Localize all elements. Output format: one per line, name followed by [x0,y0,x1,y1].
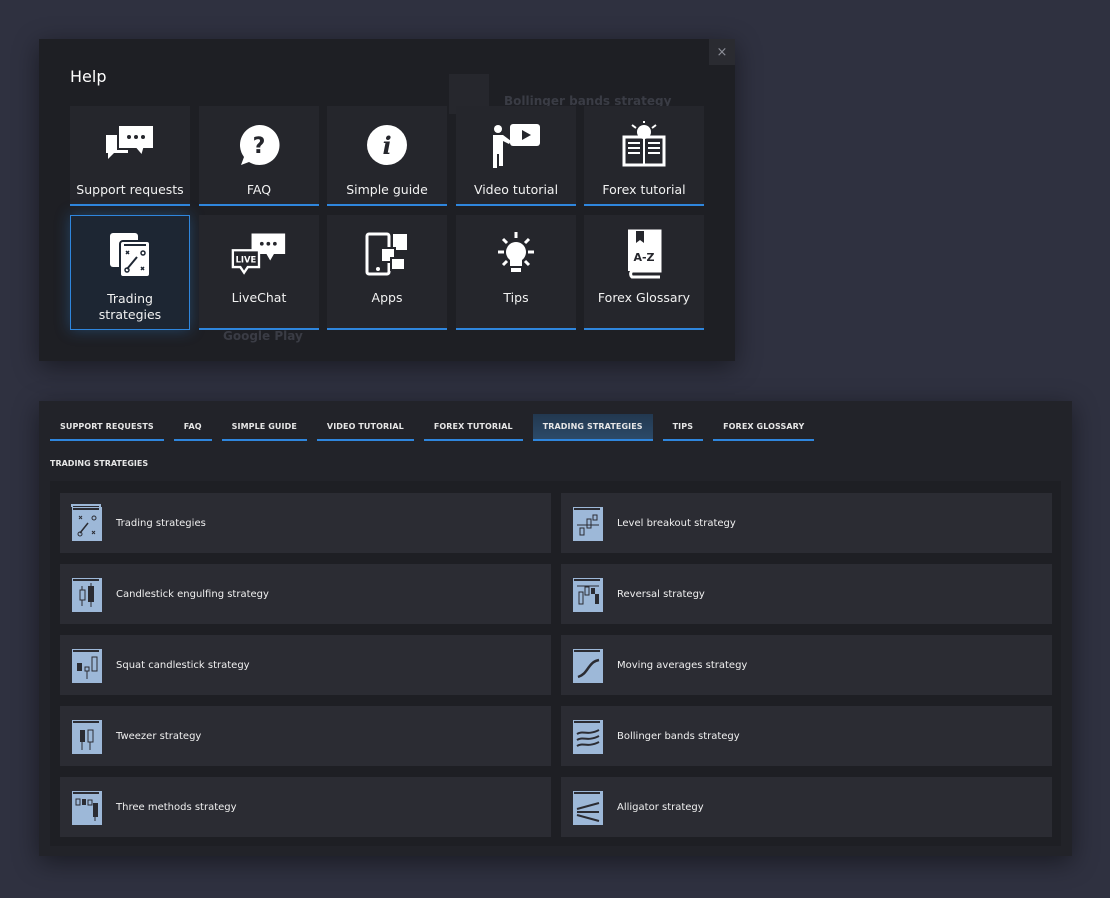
tab-forex-glossary[interactable]: FOREX GLOSSARY [713,414,815,441]
strategy-books-icon [102,230,158,280]
tile-support-requests[interactable]: Support requests [70,106,190,206]
tile-simple-guide[interactable]: i Simple guide [327,106,447,206]
tweezer-icon [70,716,104,756]
devices-apps-icon [359,229,415,279]
strategy-label: Trading strategies [116,517,206,529]
strategy-label: Level breakout strategy [617,517,736,529]
strategy-item[interactable]: Moving averages strategy [561,635,1052,695]
tile-livechat[interactable]: LIVE LiveChat [199,215,319,330]
question-bubble-icon: ? [231,120,287,170]
glossary-badge: A-Z [633,251,654,264]
tile-apps[interactable]: Apps [327,215,447,330]
strategy-map-icon [70,503,104,543]
reversal-icon [571,574,605,614]
strategy-item[interactable]: Candlestick engulfing strategy [60,564,551,624]
strategy-label: Reversal strategy [617,588,705,600]
tile-trading-strategies[interactable]: Trading strategies [70,215,190,330]
strategy-item[interactable]: Squat candlestick strategy [60,635,551,695]
tab-faq[interactable]: FAQ [173,414,212,441]
moving-average-icon [571,645,605,685]
tile-video-tutorial[interactable]: Video tutorial [456,106,576,206]
three-methods-icon [70,787,104,827]
tile-label: Apps [371,290,403,305]
strategy-label: Candlestick engulfing strategy [116,588,269,600]
close-button[interactable]: × [709,39,735,65]
strategy-item[interactable]: Level breakout strategy [561,493,1052,553]
tile-label: Video tutorial [473,182,559,197]
tile-tips[interactable]: Tips [456,215,576,330]
tab-trading-strategies[interactable]: TRADING STRATEGIES [532,414,653,441]
presenter-video-icon [488,120,544,170]
tile-label: Forex Glossary [597,290,691,305]
strategy-item[interactable]: Bollinger bands strategy [561,706,1052,766]
close-icon: × [716,44,728,60]
chat-bubbles-icon [102,120,158,170]
strategies-panel: SUPPORT REQUESTS FAQ SIMPLE GUIDE VIDEO … [39,401,1072,856]
tab-support-requests[interactable]: SUPPORT REQUESTS [50,414,164,441]
ghost-text: Google Play [223,329,303,343]
squat-candlestick-icon [70,645,104,685]
tile-label: Forex tutorial [602,182,686,197]
tile-label: Tips [503,290,529,305]
strategy-label: Bollinger bands strategy [617,730,740,742]
tile-label: LiveChat [231,290,287,305]
tile-forex-glossary[interactable]: A-Z Forex Glossary [584,215,704,330]
strategy-label: Squat candlestick strategy [116,659,250,671]
strategy-label: Three methods strategy [116,801,237,813]
live-badge: LIVE [236,254,257,264]
tab-forex-tutorial[interactable]: FOREX TUTORIAL [423,414,523,441]
tab-simple-guide[interactable]: SIMPLE GUIDE [221,414,307,441]
tile-label: Support requests [76,182,184,197]
tab-tips[interactable]: TIPS [662,414,704,441]
lightbulb-icon [488,229,544,279]
svg-text:i: i [382,131,391,160]
tile-faq[interactable]: ? FAQ [199,106,319,206]
tile-label: FAQ [246,182,272,197]
tab-video-tutorial[interactable]: VIDEO TUTORIAL [316,414,414,441]
strategy-label: Tweezer strategy [116,730,202,742]
tile-forex-tutorial[interactable]: Forex tutorial [584,106,704,206]
modal-title: Help [70,67,107,86]
strategy-item[interactable]: Tweezer strategy [60,706,551,766]
help-modal: Bollinger bands strategy Google Play Hel… [39,39,735,361]
bollinger-bands-icon [571,716,605,756]
live-chat-icon: LIVE [231,229,287,279]
section-title: TRADING STRATEGIES [50,459,149,468]
strategy-item[interactable]: Three methods strategy [60,777,551,837]
alligator-icon [571,787,605,827]
strategy-item[interactable]: Alligator strategy [561,777,1052,837]
candlestick-engulfing-icon [70,574,104,614]
tile-label: Simple guide [346,182,428,197]
tile-label: Trading strategies [98,291,162,322]
svg-text:?: ? [253,134,266,159]
strategy-label: Moving averages strategy [617,659,748,671]
info-circle-icon: i [359,120,415,170]
glossary-book-icon: A-Z [616,229,672,279]
book-lightbulb-icon [616,120,672,170]
level-breakout-icon [571,503,605,543]
strategy-item[interactable]: Trading strategies [60,493,551,553]
strategy-item[interactable]: Reversal strategy [561,564,1052,624]
tab-bar: SUPPORT REQUESTS FAQ SIMPLE GUIDE VIDEO … [50,414,815,441]
strategy-label: Alligator strategy [617,801,704,813]
